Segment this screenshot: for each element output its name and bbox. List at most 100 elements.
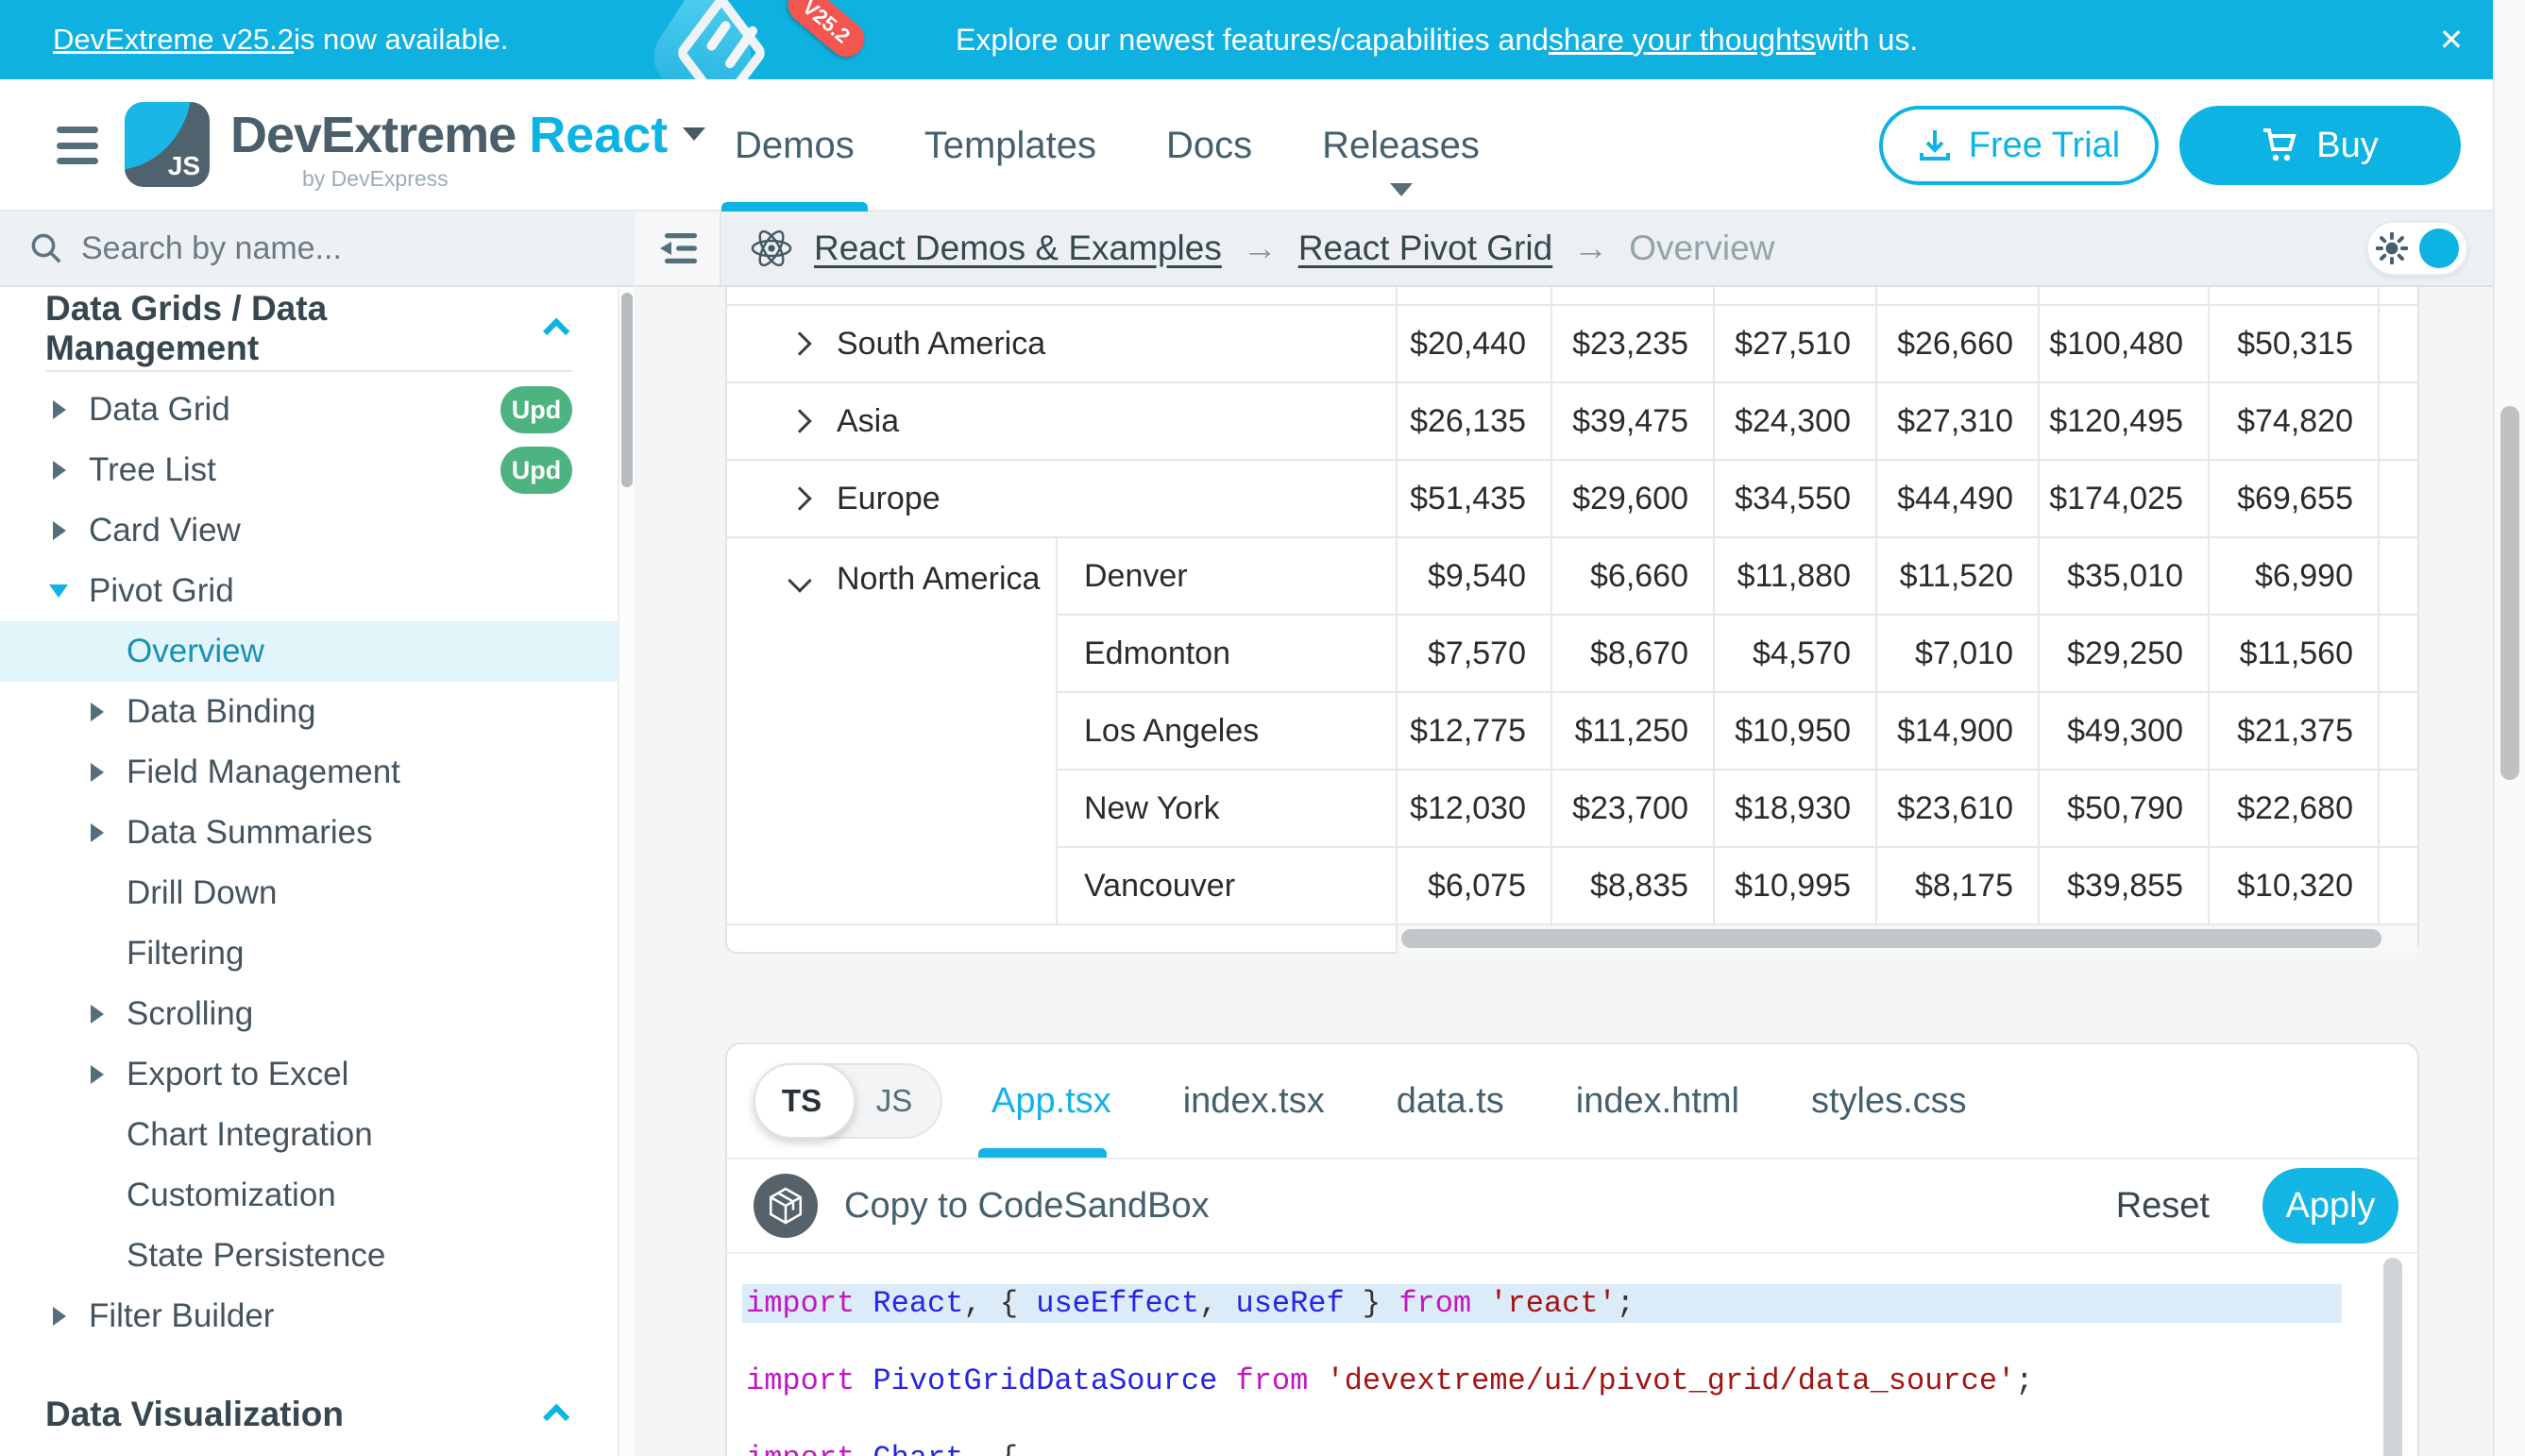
theme-toggle-knob[interactable] (2419, 229, 2459, 268)
nav-docs[interactable]: Docs (1166, 79, 1252, 212)
chevron-down-icon[interactable] (788, 568, 811, 592)
sidebar-item-customization[interactable]: Customization (0, 1165, 618, 1226)
brand-title[interactable]: DevExtremeReact (230, 106, 705, 164)
sidebar-item-label: Data Summaries (127, 814, 373, 852)
sidebar-item-drill-down[interactable]: Drill Down (0, 863, 618, 923)
tab-styles-css[interactable]: styles.css (1811, 1081, 1967, 1122)
language-toggle[interactable]: TS JS (754, 1063, 942, 1139)
pivot-row-europe[interactable]: Europe (727, 461, 1396, 538)
section-data-visualization[interactable]: Data Visualization (0, 1373, 618, 1456)
code-token: useEffect (1036, 1286, 1199, 1321)
pivot-row-north-america[interactable]: North America (727, 538, 1056, 925)
pivot-row-label: South America (837, 326, 1045, 363)
theme-toggle[interactable] (2366, 221, 2468, 276)
sidebar-item-field-management[interactable]: Field Management (0, 742, 618, 803)
banner-version-link[interactable]: DevExtreme v25.2 (53, 23, 294, 57)
pivot-value-cell: $23,610 (1875, 770, 2038, 848)
code-editor[interactable]: import React, { useEffect, useRef } from… (727, 1252, 2417, 1456)
main-content: South America$20,440$23,235$27,510$26,66… (636, 287, 2493, 1456)
sandbox-row: Copy to CodeSandBox Reset Apply (727, 1158, 2417, 1252)
code-token: from (1235, 1363, 1308, 1398)
share-your-thoughts-link[interactable]: share your thoughts (1549, 23, 1816, 58)
pivot-hscrollbar-thumb[interactable] (1401, 929, 2381, 948)
chevron-down-icon[interactable] (683, 127, 705, 141)
sidebar-scrollbar-thumb[interactable] (621, 293, 633, 487)
pivot-value-cell: $10,995 (1713, 848, 1875, 925)
pivot-value-cell: $14,900 (1875, 693, 2038, 770)
pivot-city-edmonton: Edmonton (1056, 616, 1396, 693)
pivot-clipped-cell (1713, 287, 1875, 306)
devextreme-js-logo[interactable]: JS (125, 102, 210, 187)
sidebar-item-scrolling[interactable]: Scrolling (0, 984, 618, 1044)
code-token: import (746, 1441, 855, 1456)
tab-index-tsx[interactable]: index.tsx (1183, 1081, 1325, 1122)
sidebar-item-data-summaries[interactable]: Data Summaries (0, 803, 618, 863)
pivot-scroll-gutter (2378, 538, 2417, 616)
pivot-row-south-america[interactable]: South America (727, 306, 1396, 383)
pivot-value-cell: $74,820 (2208, 383, 2378, 461)
pivot-scroll-gutter (2378, 461, 2417, 538)
active-nav-underline (721, 202, 868, 212)
breadcrumb-demos-link[interactable]: React Demos & Examples (814, 229, 1222, 268)
free-trial-button[interactable]: Free Trial (1879, 106, 2159, 185)
triangle-right-icon (53, 400, 66, 419)
pivot-scroll-gutter (2378, 616, 2417, 693)
chevron-right-icon[interactable] (788, 331, 811, 355)
code-scrollbar-thumb[interactable] (2383, 1258, 2402, 1456)
sidebar-item-overview[interactable]: Overview (0, 621, 618, 682)
app-header: JS DevExtremeReact by DevExpress Demos T… (0, 79, 2493, 212)
pivot-clipped-row-head (727, 287, 1396, 306)
pivot-clipped-cell (2038, 287, 2208, 306)
code-toolbar: TS JS App.tsx index.tsx data.ts index.html s… (727, 1044, 2417, 1158)
sidebar-item-tree-list[interactable]: Tree ListUpd (0, 440, 618, 500)
hamburger-menu-icon[interactable] (57, 127, 98, 164)
copy-to-codesandbox-label[interactable]: Copy to CodeSandBox (844, 1186, 1210, 1227)
nav-releases[interactable]: Releases (1322, 79, 1480, 212)
toggle-ts[interactable]: TS (755, 1065, 848, 1137)
page-scrollbar[interactable] (2493, 0, 2525, 1456)
banner-close-icon[interactable]: ✕ (2410, 0, 2493, 79)
sidebar-item-label: Chart Integration (127, 1116, 373, 1154)
breadcrumb-pivot-grid-link[interactable]: React Pivot Grid (1298, 229, 1552, 268)
sidebar-scrollbar[interactable] (618, 287, 635, 1456)
pivot-value-cell: $8,835 (1551, 848, 1713, 925)
apply-button[interactable]: Apply (2262, 1168, 2398, 1244)
sidebar-item-filtering[interactable]: Filtering (0, 923, 618, 984)
reset-button[interactable]: Reset (2116, 1186, 2210, 1227)
pivot-value-cell: $10,950 (1713, 693, 1875, 770)
pivot-hscrollbar[interactable] (1396, 925, 2417, 954)
sidebar-item-card-view[interactable]: Card View (0, 500, 618, 561)
sidebar-item-filter-builder[interactable]: Filter Builder (0, 1286, 618, 1346)
pivot-row-asia[interactable]: Asia (727, 383, 1396, 461)
pivot-value-cell: $50,790 (2038, 770, 2208, 848)
pivot-row-label: North America (837, 561, 1040, 598)
search-input[interactable] (81, 230, 534, 267)
pivot-value-cell: $6,990 (2208, 538, 2378, 616)
main-nav: Demos Templates Docs Releases (735, 79, 1480, 212)
tab-index-html[interactable]: index.html (1576, 1081, 1739, 1122)
page-scrollbar-thumb[interactable] (2500, 406, 2519, 780)
sidebar-item-chart-integration[interactable]: Chart Integration (0, 1105, 618, 1165)
sidebar-item-pivot-grid[interactable]: Pivot Grid (0, 561, 618, 621)
collapse-sidebar-button[interactable] (636, 212, 721, 285)
buy-button[interactable]: Buy (2179, 106, 2461, 185)
tab-data-ts[interactable]: data.ts (1397, 1081, 1504, 1122)
chevron-right-icon[interactable] (788, 486, 811, 510)
pivot-scroll-gutter (2378, 306, 2417, 383)
sidebar-item-label: Filter Builder (89, 1297, 274, 1335)
pivot-row-label: Asia (837, 403, 899, 440)
tab-app-tsx[interactable]: App.tsx (991, 1081, 1111, 1122)
chevron-right-icon[interactable] (788, 409, 811, 432)
sidebar-item-data-grid[interactable]: Data GridUpd (0, 380, 618, 440)
nav-demos[interactable]: Demos (735, 79, 855, 212)
sidebar-item-export-to-excel[interactable]: Export to Excel (0, 1044, 618, 1105)
sidebar-item-state-persistence[interactable]: State Persistence (0, 1226, 618, 1286)
section-data-grids[interactable]: Data Grids / Data Management (0, 287, 618, 370)
nav-templates[interactable]: Templates (924, 79, 1096, 212)
codesandbox-icon[interactable] (754, 1174, 818, 1238)
cart-icon (2262, 128, 2297, 162)
sidebar-item-data-binding[interactable]: Data Binding (0, 682, 618, 742)
sun-icon (2376, 232, 2408, 264)
banner-version-rest: is now available. (294, 23, 508, 57)
toggle-js[interactable]: JS (848, 1065, 941, 1137)
